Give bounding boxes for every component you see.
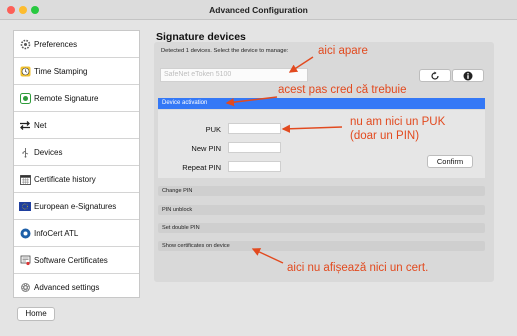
annotation-device: aici apare — [318, 45, 368, 57]
arrow-certificates — [251, 248, 284, 264]
annotation-puk-line2: (doar un PIN) — [350, 130, 420, 142]
annotation-activation: acest pas cred că trebuie — [278, 84, 407, 96]
annotation-certificates: aici nu afișează nici un cert. — [287, 262, 429, 274]
arrow-device — [288, 56, 314, 73]
arrow-activation — [225, 96, 278, 107]
annotation-puk-line1: nu am nici un PUK — [350, 116, 446, 128]
advanced-configuration-window: Advanced Configuration Preferences Time … — [0, 0, 517, 336]
annotation-arrows — [225, 56, 343, 264]
arrow-puk — [281, 124, 343, 133]
